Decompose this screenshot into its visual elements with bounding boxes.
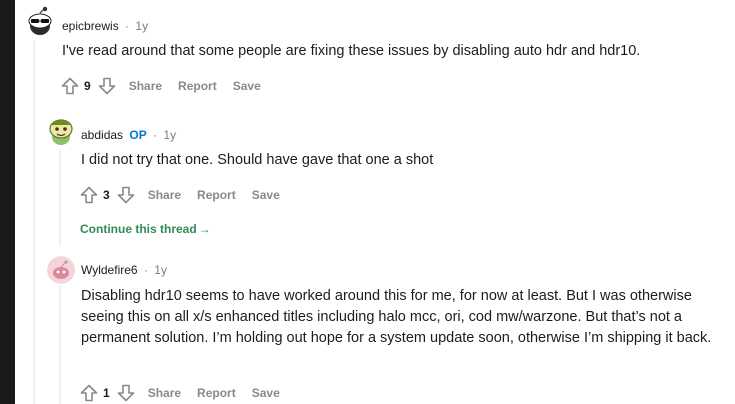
avatar-snoo-sunglasses[interactable] [26,6,54,38]
comment-age[interactable]: 1y [154,263,167,277]
share-button[interactable]: Share [148,188,181,202]
upvote-icon[interactable] [60,76,80,96]
report-button[interactable]: Report [178,79,217,93]
separator: · [125,19,130,33]
vote-score: 3 [103,188,110,202]
downvote-icon[interactable] [97,76,117,96]
separator: · [143,263,148,277]
username[interactable]: abdidas [81,128,123,142]
comment-body: I've read around that some people are fi… [62,43,641,59]
comment-body: I did not try that one. Should have gave… [81,152,434,168]
report-button[interactable]: Report [197,188,236,202]
comment-actions: 1 Share Report Save [79,382,296,404]
comment-age[interactable]: 1y [163,128,176,142]
save-button[interactable]: Save [252,188,280,202]
comment-age[interactable]: 1y [135,19,148,33]
downvote-icon[interactable] [116,383,136,403]
comment-actions: 9 Share Report Save [60,75,277,97]
upvote-icon[interactable] [79,185,99,205]
comment-actions: 3 Share Report Save [79,184,296,206]
thread-line-wyldefire6[interactable] [59,286,61,404]
continue-thread-label: Continue this thread [80,222,197,236]
share-button[interactable]: Share [129,79,162,93]
username[interactable]: epicbrewis [62,19,119,33]
avatar-snoo-default[interactable] [47,256,75,284]
comment-meta: Wyldefire6 · 1y [81,263,167,277]
upvote-icon[interactable] [79,383,99,403]
arrow-right-icon: → [198,222,211,236]
vote-score: 1 [103,386,110,400]
share-button[interactable]: Share [148,386,181,400]
report-button[interactable]: Report [197,386,236,400]
avatar-snoo-helmet[interactable] [47,115,75,147]
save-button[interactable]: Save [252,386,280,400]
save-button[interactable]: Save [233,79,261,93]
thread-line-abdidas[interactable] [59,150,61,245]
downvote-icon[interactable] [116,185,136,205]
separator: · [153,128,158,142]
comments-panel: epicbrewis · 1y I've read around that so… [15,0,735,404]
comment-meta: epicbrewis · 1y [62,19,148,33]
username[interactable]: Wyldefire6 [81,263,138,277]
op-badge: OP [129,128,147,142]
thread-line-epicbrewis[interactable] [33,40,35,404]
comment-meta: abdidas OP · 1y [81,128,176,142]
continue-thread-link[interactable]: Continue this thread → [80,222,211,236]
comment-body: Disabling hdr10 seems to have worked aro… [81,288,712,346]
vote-score: 9 [84,79,91,93]
